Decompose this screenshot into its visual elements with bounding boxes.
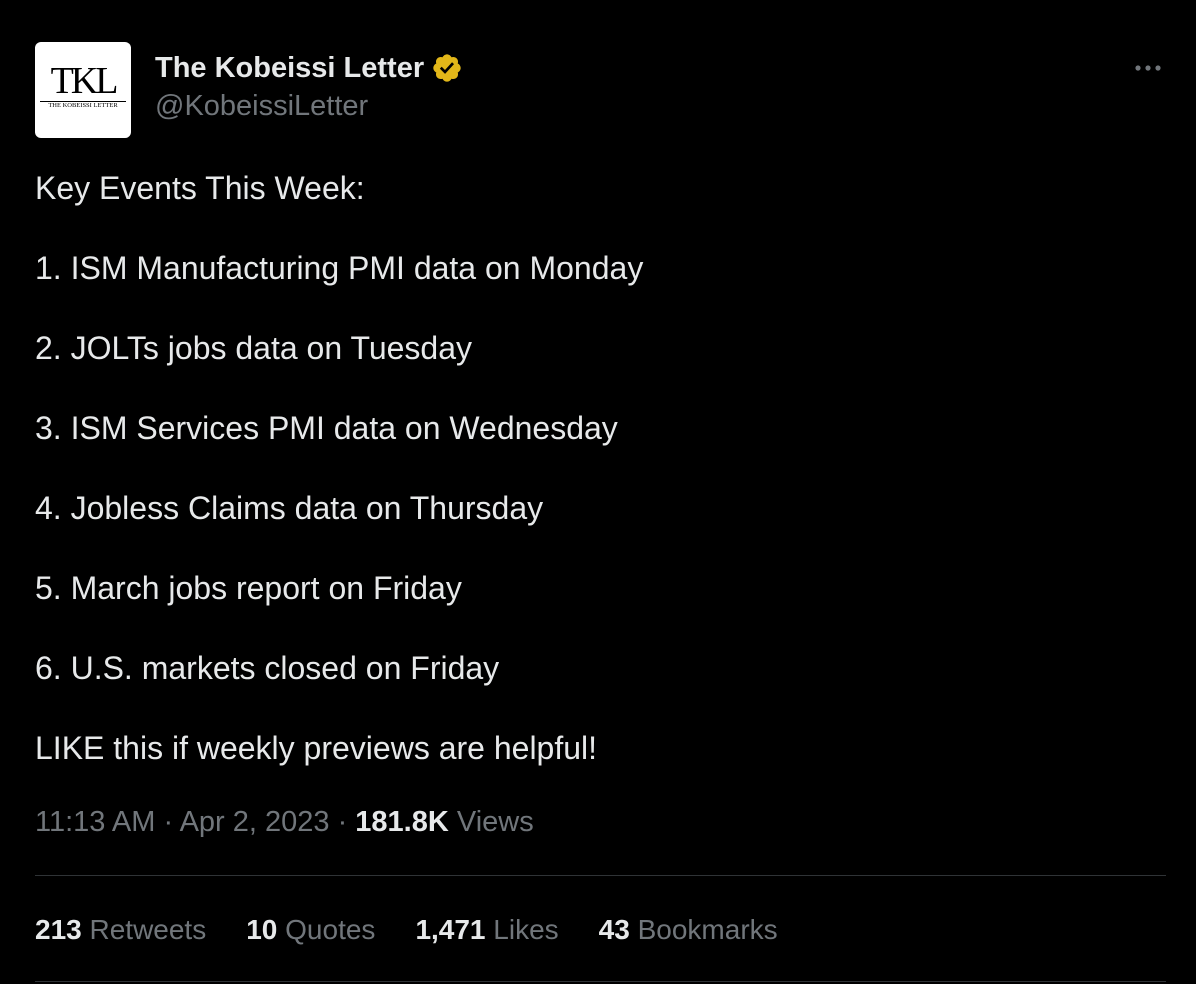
likes-count: 1,471 (415, 914, 486, 945)
retweets-stat[interactable]: 213 Retweets (35, 914, 206, 946)
tweet-line: 6. U.S. markets closed on Friday (35, 650, 500, 686)
avatar-caption: THE KOBEISSI LETTER (48, 102, 118, 109)
tweet-line: 5. March jobs report on Friday (35, 570, 462, 606)
engagement-stats: 213 Retweets 10 Quotes 1,471 Likes 43 Bo… (35, 910, 818, 950)
verified-badge-icon[interactable] (431, 52, 463, 84)
tweet-time[interactable]: 11:13 AM (35, 806, 155, 838)
tweet-line: 4. Jobless Claims data on Thursday (35, 490, 544, 526)
tweet: TKL THE KOBEISSI LETTER The Kobeissi Let… (0, 0, 1196, 984)
more-horizontal-icon[interactable] (1130, 58, 1166, 78)
retweets-count: 213 (35, 914, 82, 945)
bookmarks-count: 43 (598, 914, 630, 945)
avatar[interactable]: TKL THE KOBEISSI LETTER (35, 42, 131, 138)
views-count: 181.8K (355, 806, 449, 838)
views-label: Views (448, 806, 534, 838)
handle[interactable]: @KobeissiLetter (155, 90, 368, 123)
divider (35, 981, 1166, 982)
meta-separator: · (329, 806, 356, 838)
tweet-line: 2. JOLTs jobs data on Tuesday (35, 330, 472, 366)
likes-label: Likes (485, 914, 559, 945)
tweet-text: Key Events This Week: 1. ISM Manufacturi… (35, 168, 1165, 808)
author-name-row: The Kobeissi Letter (155, 50, 463, 86)
bookmarks-stat[interactable]: 43 Bookmarks (599, 914, 778, 946)
divider (35, 875, 1166, 876)
retweets-label: Retweets (81, 914, 207, 945)
avatar-monogram: TKL (50, 60, 119, 102)
display-name[interactable]: The Kobeissi Letter (155, 52, 424, 85)
tweet-meta: 11:13 AM · Apr 2, 2023 · 181.8K Views (35, 804, 534, 840)
quotes-count: 10 (246, 914, 278, 945)
bookmarks-label: Bookmarks (629, 914, 778, 945)
tweet-line: 3. ISM Services PMI data on Wednesday (35, 410, 618, 446)
meta-separator: · (155, 806, 180, 838)
tweet-line: 1. ISM Manufacturing PMI data on Monday (35, 250, 644, 286)
quotes-stat[interactable]: 10 Quotes (246, 914, 375, 946)
tweet-date[interactable]: Apr 2, 2023 (180, 806, 330, 838)
likes-stat[interactable]: 1,471 Likes (415, 914, 558, 946)
tweet-line: LIKE this if weekly previews are helpful… (35, 730, 598, 766)
quotes-label: Quotes (277, 914, 376, 945)
tweet-line: Key Events This Week: (35, 170, 365, 206)
